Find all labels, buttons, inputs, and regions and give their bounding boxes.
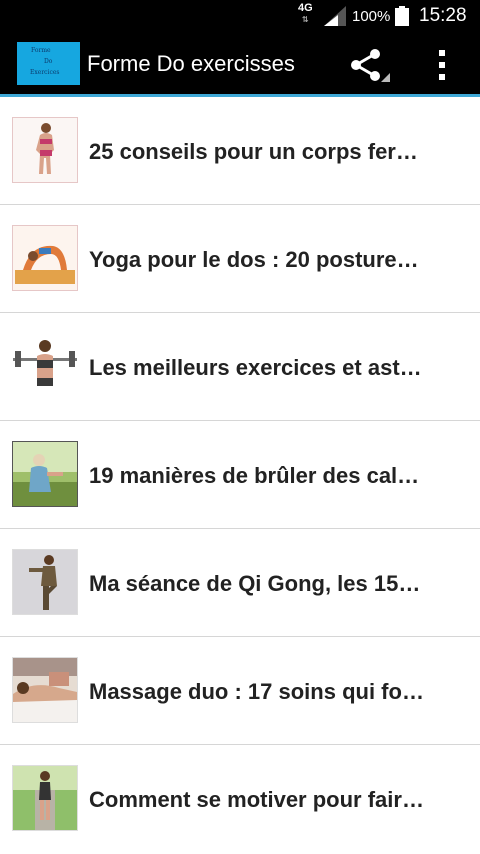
article-title: Ma séance de Qi Gong, les 15… [89, 571, 421, 596]
share-icon [351, 49, 390, 82]
list-item[interactable]: Les meilleurs exercices et ast… [0, 313, 480, 421]
list-item[interactable]: 25 conseils pour un corps fer… [0, 97, 480, 205]
article-title: 25 conseils pour un corps fer… [89, 139, 418, 164]
list-item[interactable]: Comment se motiver pour fair… [0, 745, 480, 853]
list-item[interactable]: Massage duo : 17 soins qui fo… [0, 637, 480, 745]
logo-text-line: Forme [31, 47, 51, 54]
logo-text-line: Exercices [30, 69, 60, 76]
article-title: Comment se motiver pour fair… [89, 787, 424, 812]
clock: 15:28 [419, 5, 467, 26]
battery-icon [395, 6, 409, 26]
fitness-woman-thumbnail [12, 117, 78, 183]
action-bar: Forme Do Exercices Forme Do exercisses [0, 32, 480, 97]
article-list: 25 conseils pour un corps fer… Yoga pour… [0, 97, 480, 853]
list-item[interactable]: Ma séance de Qi Gong, les 15… [0, 529, 480, 637]
barbell-woman-thumbnail [12, 333, 78, 399]
article-title: Massage duo : 17 soins qui fo… [89, 679, 424, 704]
list-item[interactable]: 19 manières de brûler des cal… [0, 421, 480, 529]
logo-text-line: Do [44, 58, 53, 65]
qigong-pose-thumbnail [12, 549, 78, 615]
article-title: Les meilleurs exercices et ast… [89, 355, 422, 380]
list-item[interactable]: Yoga pour le dos : 20 posture… [0, 205, 480, 313]
signal-icon [324, 6, 346, 26]
app-logo[interactable]: Forme Do Exercices [17, 42, 80, 85]
yoga-backbend-thumbnail [12, 225, 78, 291]
status-bar: 4G ⇅ 100% 15:28 [0, 0, 480, 32]
share-button[interactable] [348, 48, 390, 82]
network-indicator: 4G ⇅ [298, 2, 313, 25]
app-title: Forme Do exercisses [87, 51, 295, 76]
runner-park-thumbnail [12, 441, 78, 507]
massage-thumbnail [12, 657, 78, 723]
article-title: Yoga pour le dos : 20 posture… [89, 247, 419, 272]
overflow-menu-icon [439, 50, 445, 80]
battery-percent: 100% [352, 8, 391, 25]
overflow-menu-button[interactable] [434, 50, 450, 82]
jogger-thumbnail [12, 765, 78, 831]
article-title: 19 manières de brûler des cal… [89, 463, 420, 488]
